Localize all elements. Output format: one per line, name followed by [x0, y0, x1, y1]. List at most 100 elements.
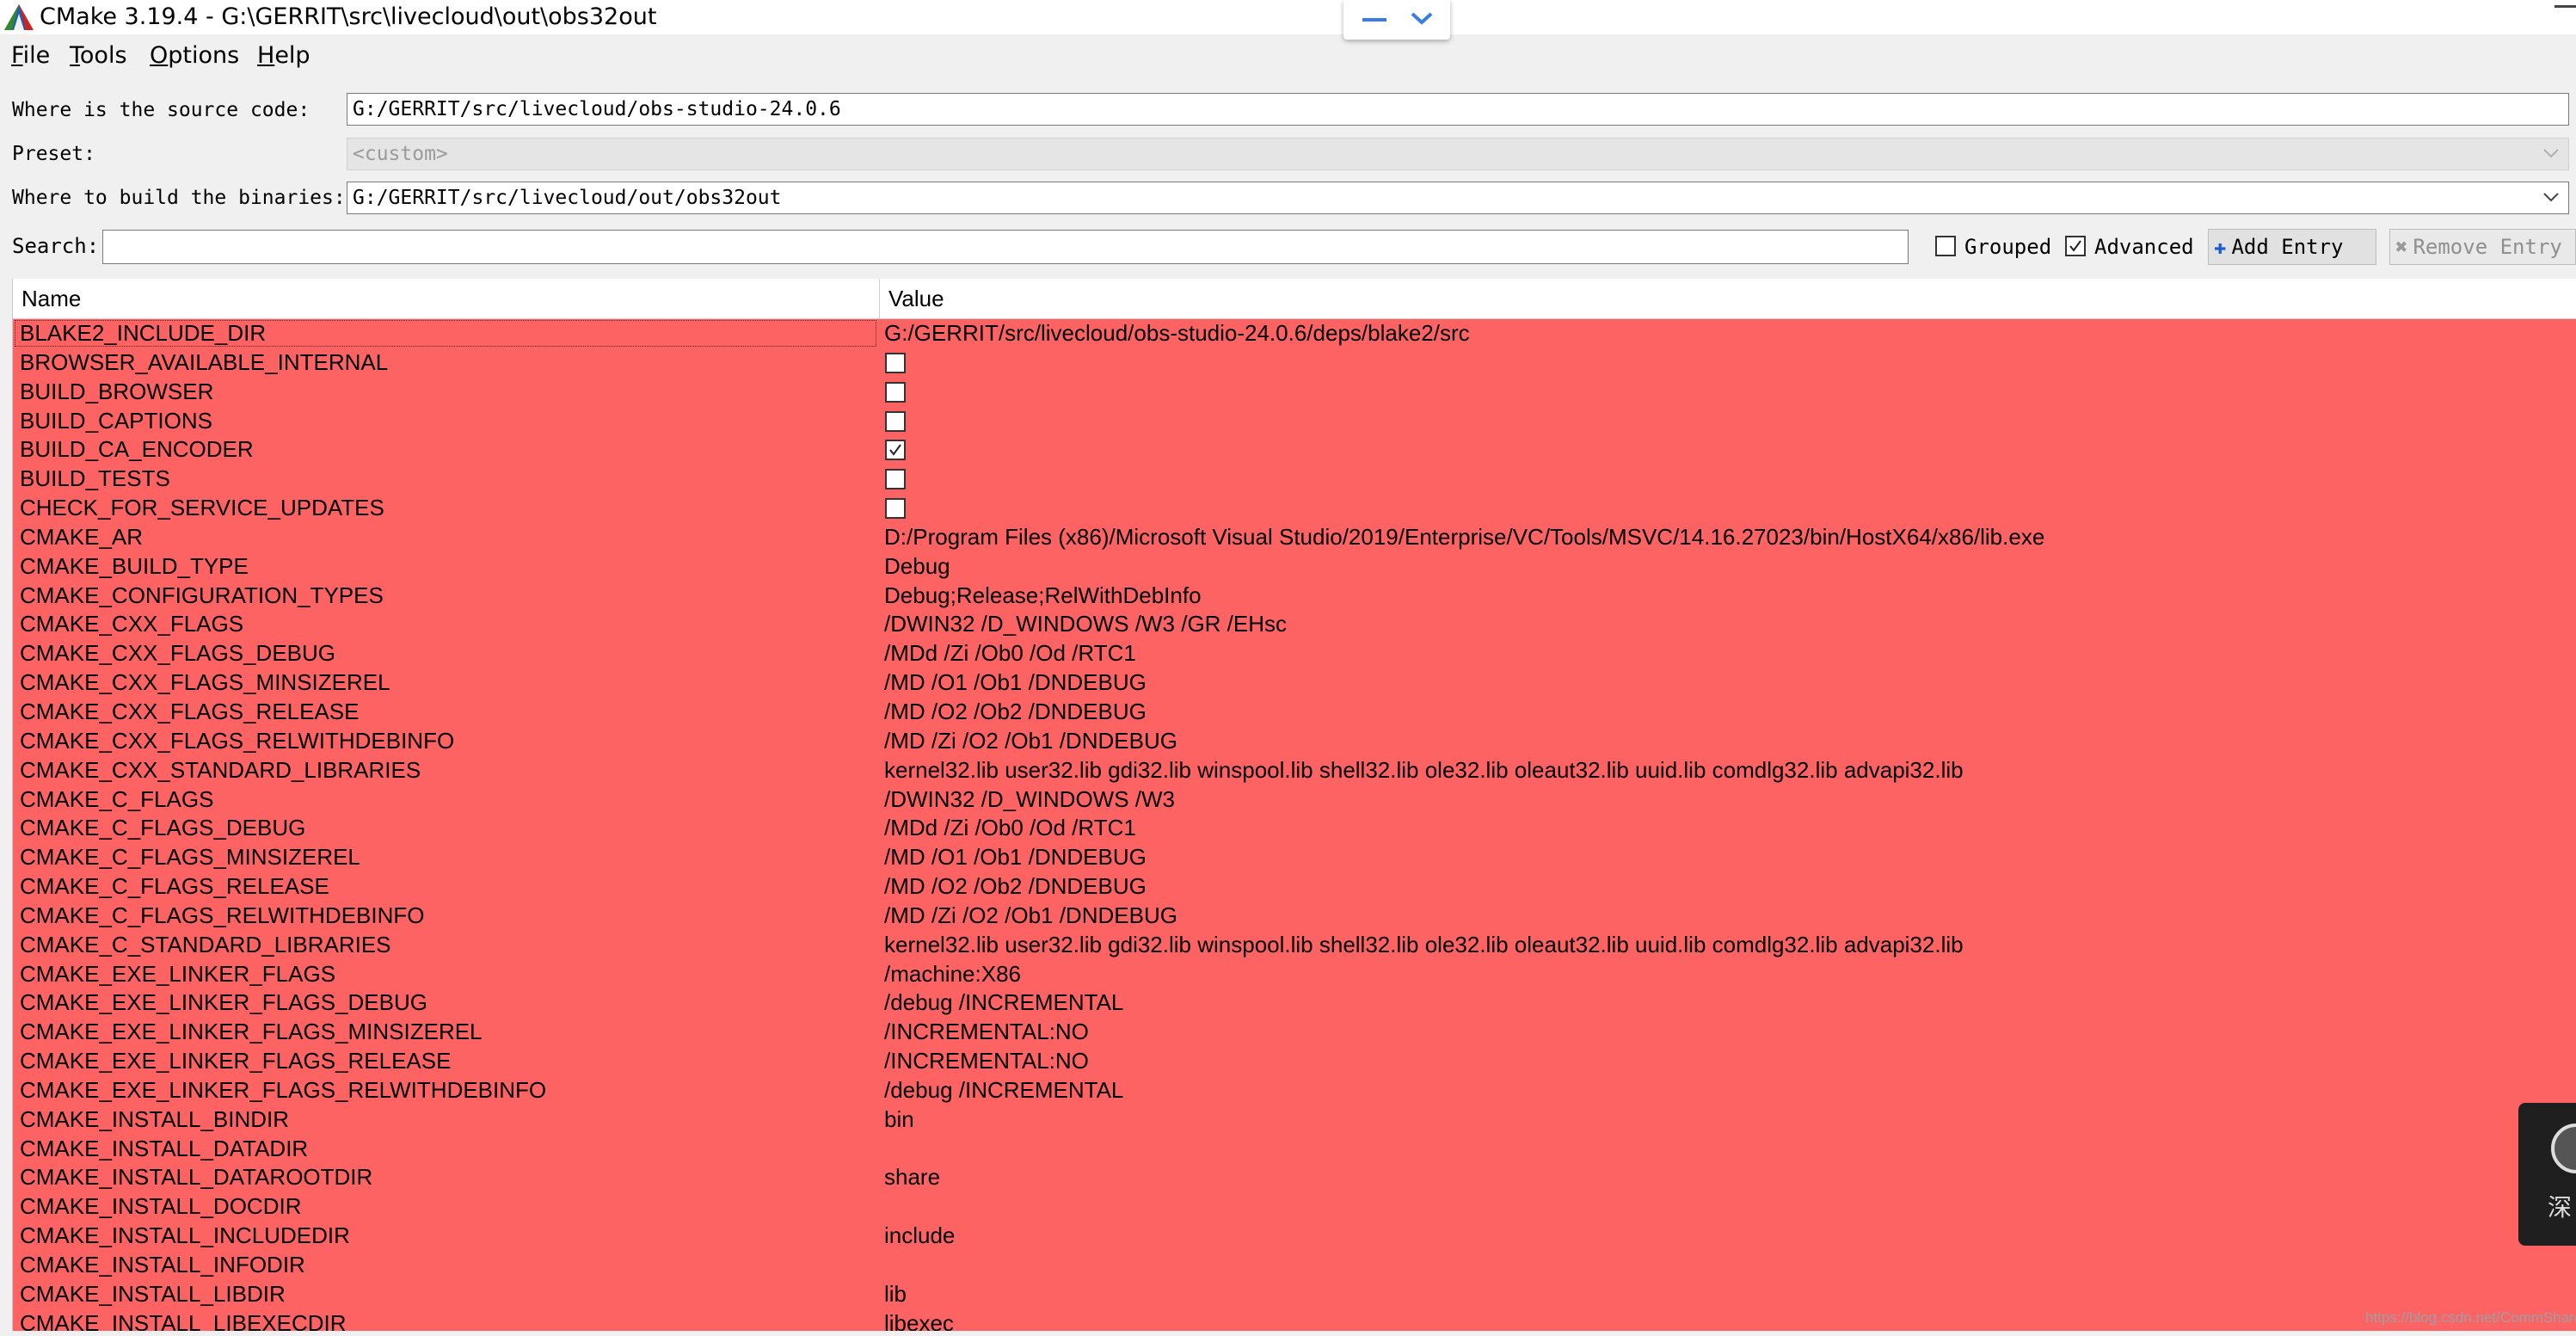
cache-entry-checkbox[interactable]	[885, 410, 906, 432]
table-row[interactable]: CMAKE_INSTALL_LIBEXECDIR libexec	[13, 1308, 2576, 1331]
table-row[interactable]: CMAKE_EXE_LINKER_FLAGS_RELWITHDEBINFO/de…	[13, 1075, 2576, 1105]
cache-entry-value[interactable]: /MD /O2 /Ob2 /DNDEBUG	[884, 872, 1147, 901]
table-row[interactable]: CMAKE_EXE_LINKER_FLAGS/machine:X86	[13, 959, 2576, 989]
cache-entry-value[interactable]: Debug;Release;RelWithDebInfo	[884, 582, 1202, 610]
floating-toolbar[interactable]	[1343, 0, 1450, 40]
cache-entry-checkbox[interactable]	[885, 352, 906, 373]
table-row[interactable]: CMAKE_BUILD_TYPE Debug	[13, 551, 2576, 582]
table-row[interactable]: CMAKE_C_FLAGS_RELEASE/MD /O2 /Ob2 /DNDEB…	[13, 872, 2576, 902]
grouped-checkbox-box[interactable]	[1935, 236, 1956, 256]
menu-options-accel: O	[150, 42, 169, 69]
cache-entry-value[interactable]: /INCREMENTAL:NO	[884, 1018, 1089, 1046]
cache-entry-value[interactable]: /DWIN32 /D_WINDOWS /W3	[884, 785, 1175, 814]
table-row[interactable]: BUILD_TESTS	[13, 465, 2576, 495]
table-row[interactable]: CMAKE_EXE_LINKER_FLAGS_MINSIZEREL/INCREM…	[13, 1018, 2576, 1048]
add-entry-button[interactable]: ✚ Add Entry	[2208, 229, 2376, 265]
table-row[interactable]: CMAKE_INSTALL_INCLUDEDIR include	[13, 1222, 2576, 1251]
table-row[interactable]: CMAKE_C_FLAGS_MINSIZEREL/MD /O1 /Ob1 /DN…	[13, 843, 2576, 873]
table-row[interactable]: CMAKE_AR D:/Program Files (x86)/Microsoft…	[13, 522, 2576, 552]
cache-entry-value[interactable]: /debug /INCREMENTAL	[884, 1076, 1123, 1105]
table-row[interactable]: CMAKE_C_FLAGS_DEBUG/MDd /Zi /Ob0 /Od /RT…	[13, 814, 2576, 844]
table-row[interactable]: BLAKE2_INCLUDE_DIR G:/GERRIT/src/liveclou…	[13, 319, 2576, 348]
checkmark-icon	[889, 444, 901, 457]
cache-entry-value[interactable]: lib	[884, 1280, 907, 1308]
table-row[interactable]: CMAKE_EXE_LINKER_FLAGS_RELEASE/INCREMENT…	[13, 1047, 2576, 1076]
table-header: Name Value	[13, 279, 2576, 319]
cache-entry-value[interactable]: G:/GERRIT/src/livecloud/obs-studio-24.0.…	[884, 319, 1470, 348]
cache-entry-value[interactable]: /MD /O2 /Ob2 /DNDEBUG	[884, 698, 1147, 726]
search-input[interactable]	[102, 230, 1909, 264]
cache-entry-value[interactable]: /MD /Zi /O2 /Ob1 /DNDEBUG	[884, 902, 1177, 930]
cache-entry-name: CMAKE_C_FLAGS	[20, 785, 214, 812]
cache-entry-value[interactable]: kernel32.lib user32.lib gdi32.lib winspo…	[884, 931, 1964, 959]
cache-entry-value[interactable]: /MDd /Zi /Ob0 /Od /RTC1	[884, 639, 1136, 668]
cache-entry-value[interactable]: include	[884, 1222, 955, 1250]
table-row[interactable]: CHECK_FOR_SERVICE_UPDATES	[13, 494, 2576, 523]
advanced-checkbox-box[interactable]	[2065, 236, 2086, 256]
table-row[interactable]: CMAKE_CXX_FLAGS_RELEASE/MD /O2 /Ob2 /DND…	[13, 697, 2576, 727]
table-row[interactable]: BUILD_CA_ENCODER	[13, 435, 2576, 465]
menu-file[interactable]: File	[11, 41, 50, 71]
table-row[interactable]: BUILD_BROWSER	[13, 377, 2576, 407]
binaries-path-combo[interactable]: G:/GERRIT/src/livecloud/out/obs32out	[347, 182, 2569, 214]
menu-tools[interactable]: Tools	[70, 41, 127, 71]
cache-entry-name: CMAKE_EXE_LINKER_FLAGS_DEBUG	[20, 989, 427, 1016]
table-row[interactable]: CMAKE_INSTALL_LIBDIR lib	[13, 1279, 2576, 1309]
cache-entry-value[interactable]: /MD /O1 /Ob1 /DNDEBUG	[884, 843, 1147, 871]
table-row[interactable]: CMAKE_C_FLAGS_RELWITHDEBINFO/MD /Zi /O2 …	[13, 901, 2576, 931]
column-header-value[interactable]: Value	[880, 279, 2576, 318]
table-row[interactable]: CMAKE_CXX_FLAGS_MINSIZEREL/MD /O1 /Ob1 /…	[13, 668, 2576, 698]
cache-entry-value[interactable]: /debug /INCREMENTAL	[884, 988, 1123, 1017]
search-label: Search:	[12, 234, 100, 258]
side-floating-widget[interactable]: 深	[2518, 1103, 2576, 1246]
cache-entry-value[interactable]: /MD /O1 /Ob1 /DNDEBUG	[884, 668, 1147, 697]
table-row[interactable]: CMAKE_EXE_LINKER_FLAGS_DEBUG/debug /INCR…	[13, 988, 2576, 1019]
table-row[interactable]: BUILD_CAPTIONS	[13, 406, 2576, 436]
advanced-checkbox[interactable]: Advanced	[2065, 232, 2194, 262]
cache-entry-value[interactable]: /DWIN32 /D_WINDOWS /W3 /GR /EHsc	[884, 610, 1287, 638]
cache-entry-checkbox[interactable]	[885, 469, 906, 490]
shield-icon[interactable]	[2551, 1124, 2576, 1173]
cache-entry-value[interactable]: bin	[884, 1105, 914, 1134]
source-path-input[interactable]: G:/GERRIT/src/livecloud/obs-studio-24.0.…	[347, 93, 2569, 126]
cache-entry-checkbox[interactable]	[885, 440, 906, 461]
chevron-down-icon[interactable]	[1409, 9, 1435, 28]
preset-select[interactable]: <custom>	[347, 138, 2569, 170]
cache-entry-checkbox[interactable]	[885, 498, 906, 520]
cache-entry-value[interactable]: /machine:X86	[884, 960, 1021, 988]
cache-entry-value[interactable]: /INCREMENTAL:NO	[884, 1047, 1089, 1075]
remove-entry-button[interactable]: ✖ Remove Entry	[2389, 229, 2576, 265]
cache-entry-value[interactable]: Debug	[884, 552, 950, 581]
chevron-down-icon[interactable]	[2542, 191, 2560, 203]
table-row[interactable]: CMAKE_INSTALL_DOCDIR	[13, 1192, 2576, 1222]
table-row[interactable]: CMAKE_INSTALL_DATADIR	[13, 1134, 2576, 1164]
table-row[interactable]: CMAKE_CXX_FLAGS_DEBUG/MDd /Zi /Ob0 /Od /…	[13, 639, 2576, 669]
cache-entry-checkbox[interactable]	[885, 381, 906, 403]
minus-icon[interactable]	[1362, 18, 1386, 22]
cache-entry-value[interactable]: libexec	[884, 1309, 954, 1331]
cache-entry-value[interactable]: /MDd /Zi /Ob0 /Od /RTC1	[884, 814, 1136, 842]
cache-table[interactable]: Name Value BLAKE2_INCLUDE_DIR G:/GERRIT/s…	[12, 279, 2576, 1331]
cache-entry-name: CMAKE_BUILD_TYPE	[20, 552, 249, 579]
table-row[interactable]: CMAKE_CXX_STANDARD_LIBRARIES kernel32.lib…	[13, 755, 2576, 785]
menu-options[interactable]: Options	[150, 41, 239, 71]
table-row[interactable]: CMAKE_INSTALL_INFODIR	[13, 1251, 2576, 1280]
cache-entry-name: BUILD_CAPTIONS	[20, 407, 212, 434]
table-row[interactable]: CMAKE_CONFIGURATION_TYPES Debug;Release;R…	[13, 581, 2576, 611]
table-row[interactable]: BROWSER_AVAILABLE_INTERNAL	[13, 348, 2576, 378]
cache-entry-value[interactable]: kernel32.lib user32.lib gdi32.lib winspo…	[884, 756, 1964, 785]
column-header-name[interactable]: Name	[13, 279, 880, 318]
table-row[interactable]: CMAKE_CXX_FLAGS/DWIN32 /D_WINDOWS /W3 /G…	[13, 610, 2576, 640]
grouped-checkbox[interactable]: Grouped	[1935, 232, 2051, 262]
table-row[interactable]: CMAKE_INSTALL_BINDIR bin	[13, 1105, 2576, 1135]
table-row[interactable]: CMAKE_C_FLAGS/DWIN32 /D_WINDOWS /W3	[13, 785, 2576, 815]
table-row[interactable]: CMAKE_C_STANDARD_LIBRARIES kernel32.lib u…	[13, 930, 2576, 960]
table-row[interactable]: CMAKE_INSTALL_DATAROOTDIR share	[13, 1163, 2576, 1193]
window-minimize-icon[interactable]	[2554, 5, 2576, 8]
cache-entry-value[interactable]: share	[884, 1163, 940, 1191]
table-row[interactable]: CMAKE_CXX_FLAGS_RELWITHDEBINFO/MD /Zi /O…	[13, 726, 2576, 756]
cache-entry-value[interactable]: /MD /Zi /O2 /Ob1 /DNDEBUG	[884, 727, 1177, 755]
cache-entry-name: CMAKE_EXE_LINKER_FLAGS_RELWITHDEBINFO	[20, 1076, 547, 1103]
menu-help[interactable]: Help	[257, 41, 310, 71]
cache-entry-value[interactable]: D:/Program Files (x86)/Microsoft Visual …	[884, 523, 2044, 551]
